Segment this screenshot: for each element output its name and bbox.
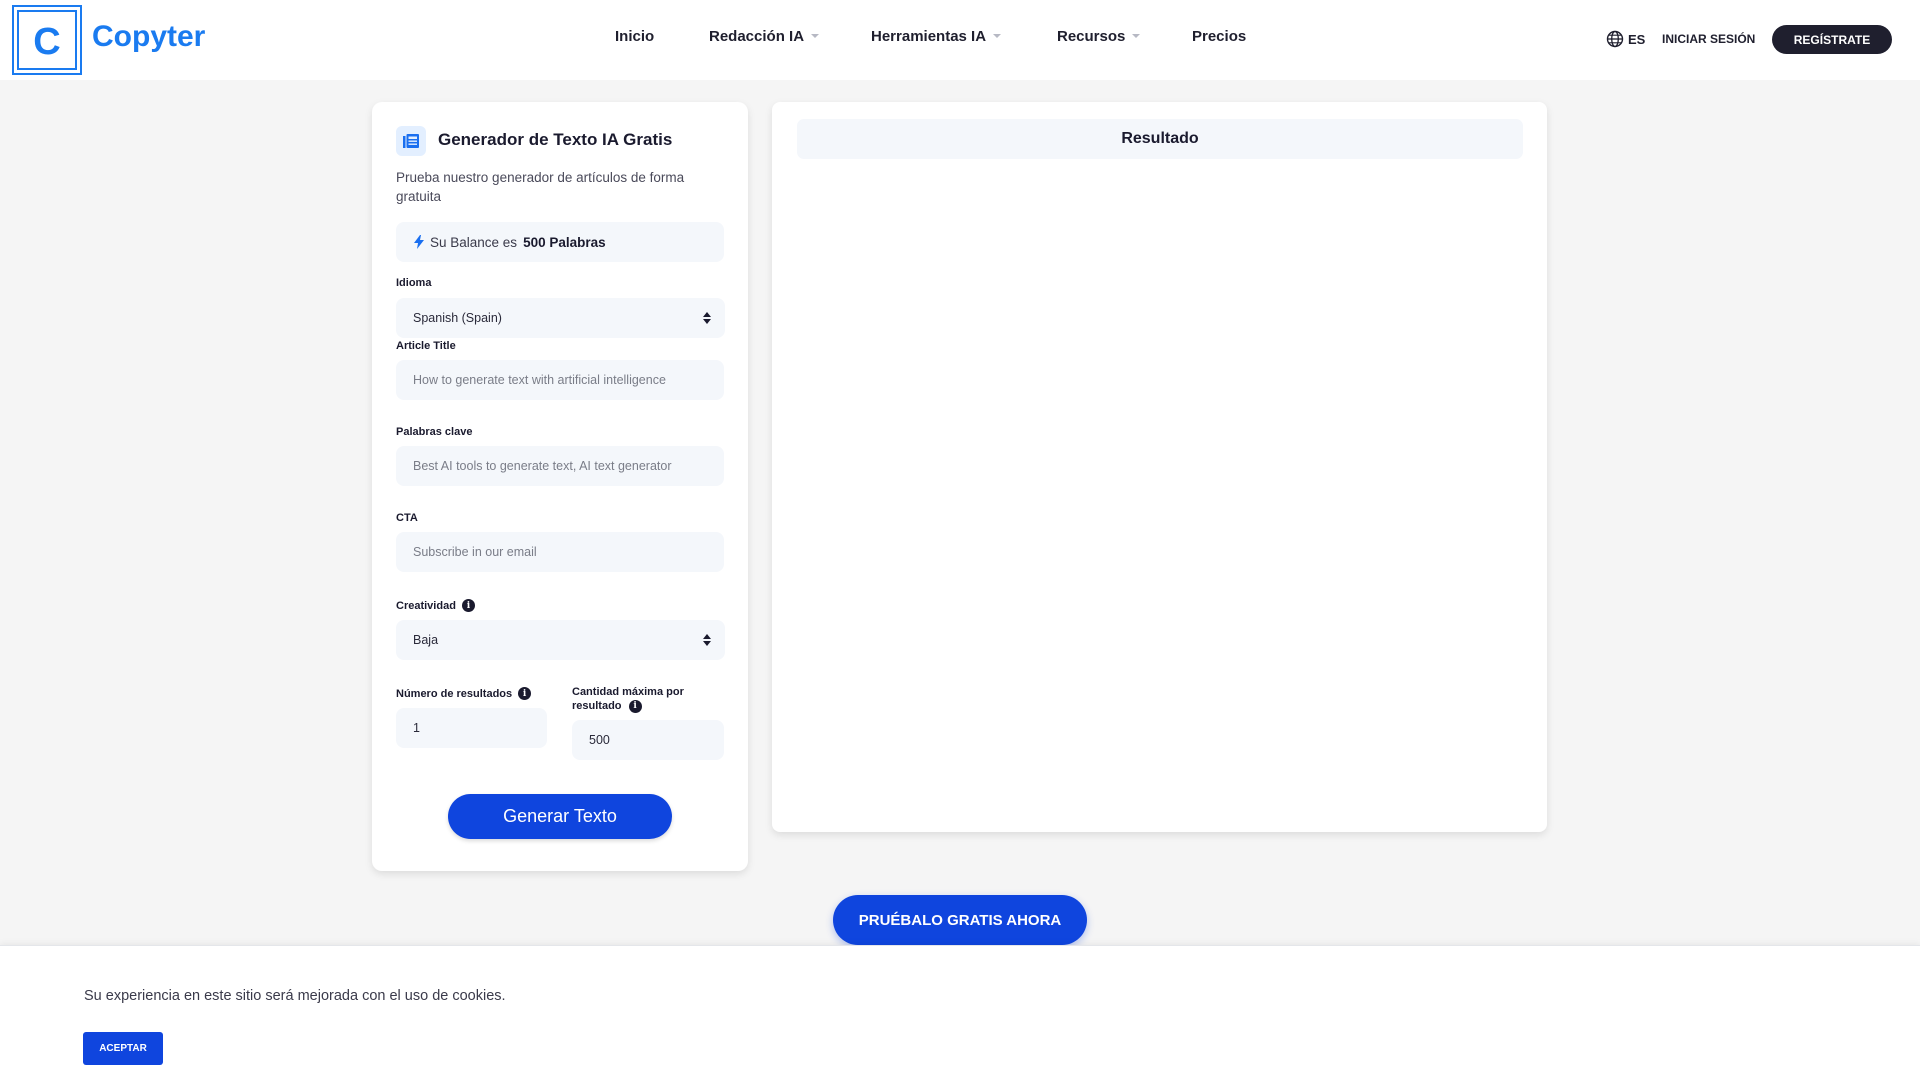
nav-item-redaccion-ia[interactable]: Redacción IA xyxy=(709,28,820,45)
nav-item-inicio[interactable]: Inicio xyxy=(615,28,654,45)
label-text: Palabras clave xyxy=(396,426,473,438)
form-description: Prueba nuestro generador de artículos de… xyxy=(396,170,685,204)
creativity-select[interactable]: Baja xyxy=(396,620,725,660)
language-label: Idioma xyxy=(396,277,431,289)
chevron-down-icon xyxy=(1132,34,1141,39)
nav-item-precios[interactable]: Precios xyxy=(1192,28,1246,45)
balance-badge: Su Balance es 500 Palabras xyxy=(396,222,724,262)
nav-label: Precios xyxy=(1192,28,1247,45)
max-per-result-label: Cantidad máxima por resultado i xyxy=(572,685,712,713)
chevron-down-icon xyxy=(993,34,1002,39)
input-placeholder: Subscribe in our email xyxy=(413,545,537,559)
input-placeholder: Best AI tools to generate text, AI text … xyxy=(413,459,672,473)
select-value: Baja xyxy=(413,633,439,647)
site-header: C Copyter Inicio Redacción IA Herramient… xyxy=(0,0,1920,80)
creativity-label: Creatividad i xyxy=(396,599,475,612)
article-title-input[interactable]: How to generate text with artificial int… xyxy=(396,360,724,400)
info-icon[interactable]: i xyxy=(628,699,642,713)
input-placeholder: How to generate text with artificial int… xyxy=(413,373,666,387)
nav-label: Inicio xyxy=(615,28,655,45)
form-title: Generador de Texto IA Gratis xyxy=(438,130,673,149)
result-card: Resultado xyxy=(772,102,1547,832)
login-link[interactable]: INICIAR SESIÓN xyxy=(1662,32,1755,46)
input-value: 1 xyxy=(413,721,420,735)
newspaper-icon xyxy=(396,126,426,156)
select-value: Spanish (Spain) xyxy=(413,311,502,325)
chevron-down-icon xyxy=(811,34,820,39)
balance-value: 500 Palabras xyxy=(523,234,606,250)
language-code: ES xyxy=(1628,31,1646,47)
generator-form-card: Generador de Texto IA Gratis Prueba nues… xyxy=(372,102,748,871)
select-arrows-icon xyxy=(703,634,711,646)
nav-label: Herramientas IA xyxy=(871,28,987,45)
cookie-banner: Su experiencia en este sitio será mejora… xyxy=(0,945,1920,1080)
result-title: Resultado xyxy=(797,119,1523,159)
balance-prefix: Su Balance es xyxy=(430,234,518,250)
num-results-label: Número de resultados i xyxy=(396,687,532,700)
info-icon[interactable]: i xyxy=(461,599,475,612)
cookie-message: Su experiencia en este sitio será mejora… xyxy=(84,988,506,1004)
language-select[interactable]: Spanish (Spain) xyxy=(396,298,725,338)
accept-cookies-button[interactable]: ACEPTAR xyxy=(83,1032,163,1065)
input-value: 500 xyxy=(589,733,610,747)
cta-input[interactable]: Subscribe in our email xyxy=(396,532,724,572)
keywords-input[interactable]: Best AI tools to generate text, AI text … xyxy=(396,446,724,486)
register-button[interactable]: REGÍSTRATE xyxy=(1772,25,1892,54)
brand-name[interactable]: Copyter xyxy=(92,20,205,54)
keywords-label: Palabras clave xyxy=(396,426,472,438)
label-text: Número de resultados xyxy=(396,687,513,700)
logo[interactable]: C xyxy=(12,5,82,75)
max-per-result-input[interactable]: 500 xyxy=(572,720,724,760)
lightning-icon xyxy=(414,235,424,249)
label-text: Cantidad máxima por resultado xyxy=(572,686,684,712)
language-selector[interactable]: ES xyxy=(1606,30,1645,48)
nav-label: Recursos xyxy=(1057,28,1126,45)
label-text: CTA xyxy=(396,512,418,524)
label-text: Creatividad xyxy=(396,599,456,612)
nav-item-herramientas-ia[interactable]: Herramientas IA xyxy=(871,28,1002,45)
info-icon[interactable]: i xyxy=(518,687,532,700)
num-results-input[interactable]: 1 xyxy=(396,708,547,748)
cta-label: CTA xyxy=(396,512,418,524)
try-free-button[interactable]: PRUÉBALO GRATIS AHORA xyxy=(833,895,1087,945)
article-title-label: Article Title xyxy=(396,340,456,352)
nav-label: Redacción IA xyxy=(709,28,805,45)
globe-icon xyxy=(1606,30,1624,48)
nav-item-recursos[interactable]: Recursos xyxy=(1057,28,1141,45)
label-text: Article Title xyxy=(396,340,456,352)
generate-text-button[interactable]: Generar Texto xyxy=(448,794,672,839)
logo-letter: C xyxy=(17,10,77,70)
label-text: Idioma xyxy=(396,277,432,289)
select-arrows-icon xyxy=(703,312,711,324)
